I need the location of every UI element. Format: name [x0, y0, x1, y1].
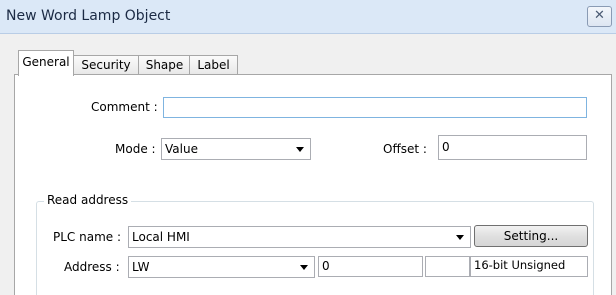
setting-button[interactable]: Setting... — [474, 225, 588, 247]
address-extra-field[interactable] — [425, 256, 470, 277]
read-address-title: Read address — [44, 193, 132, 207]
offset-input[interactable]: 0 — [438, 135, 587, 160]
plc-name-label: PLC name : — [53, 230, 122, 244]
plc-name-value: Local HMI — [132, 230, 190, 244]
close-icon: ✕ — [594, 8, 605, 23]
window-title: New Word Lamp Object — [6, 8, 171, 24]
data-format-field: 16-bit Unsigned — [470, 256, 588, 277]
title-bar: New Word Lamp Object ✕ — [0, 0, 616, 34]
address-input[interactable]: 0 — [318, 256, 423, 277]
plc-name-select[interactable]: Local HMI — [128, 226, 471, 248]
address-type-value: LW — [132, 260, 150, 274]
tab-general[interactable]: General — [18, 50, 74, 76]
read-address-group — [36, 201, 594, 295]
tab-label[interactable]: Label — [189, 55, 238, 75]
comment-input[interactable] — [163, 97, 587, 118]
comment-label: Comment : — [91, 100, 158, 114]
address-label: Address : — [64, 260, 120, 274]
chevron-down-icon — [456, 235, 464, 240]
tab-security[interactable]: Security — [72, 55, 140, 75]
mode-value: Value — [165, 142, 198, 156]
offset-label: Offset : — [383, 142, 427, 156]
mode-label: Mode : — [115, 142, 156, 156]
close-button[interactable]: ✕ — [587, 6, 612, 27]
chevron-down-icon — [300, 265, 308, 270]
mode-select[interactable]: Value — [161, 138, 311, 160]
tab-shape[interactable]: Shape — [138, 55, 191, 75]
address-type-select[interactable]: LW — [128, 256, 315, 278]
chevron-down-icon — [296, 147, 304, 152]
